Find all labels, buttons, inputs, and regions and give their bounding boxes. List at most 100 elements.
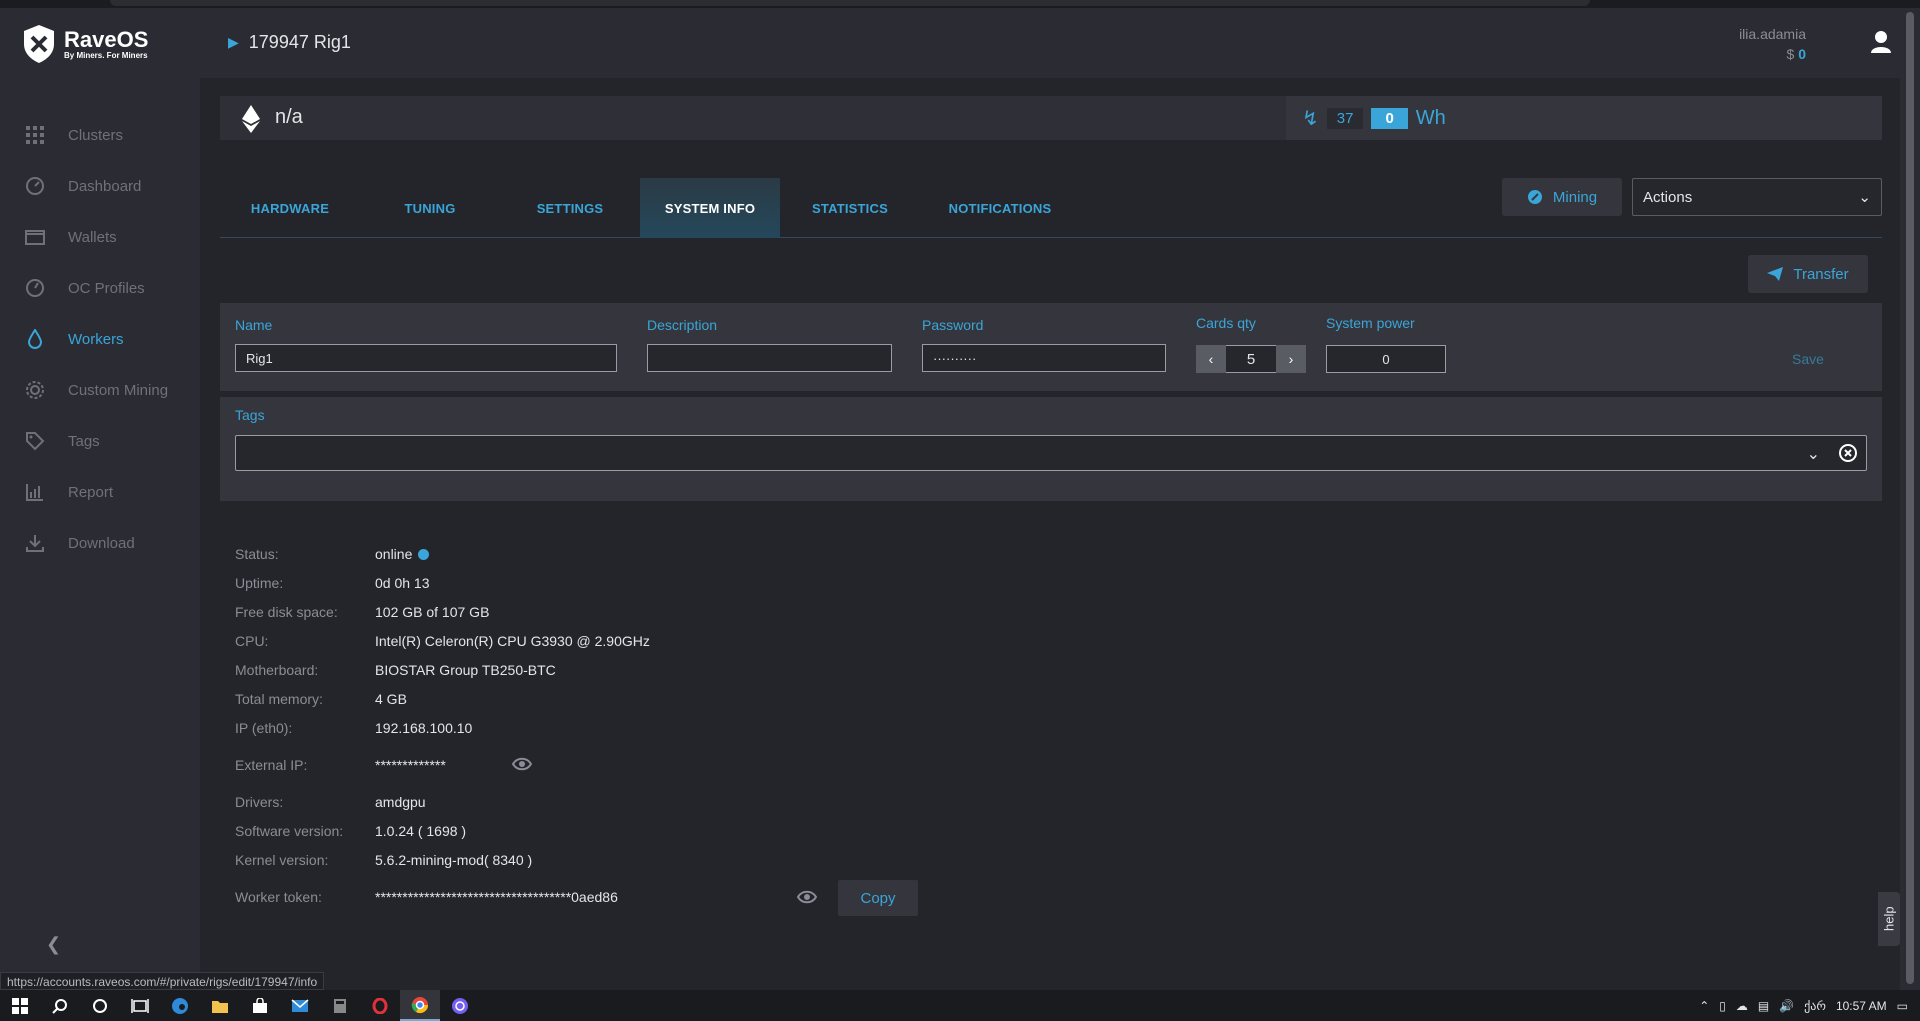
tags-label: Tags <box>235 407 265 423</box>
grid-icon <box>24 124 46 146</box>
paper-plane-icon <box>1767 267 1784 281</box>
cards-qty-label: Cards qty <box>1196 315 1256 331</box>
info-key: IP (eth0): <box>235 720 293 736</box>
tags-panel: Tags ⌄ <box>220 397 1882 501</box>
cards-qty-stepper: ‹ 5 › <box>1196 345 1306 373</box>
show-external-ip-eye-icon[interactable] <box>512 757 532 771</box>
transfer-button-label: Transfer <box>1793 265 1849 283</box>
show-token-eye-icon[interactable] <box>797 890 817 904</box>
info-key: Status: <box>235 546 279 562</box>
sidebar-item-clusters[interactable]: Clusters <box>0 115 200 155</box>
scrollbar[interactable] <box>1900 8 1920 990</box>
speedometer-icon <box>24 277 46 299</box>
cortana-circle-icon[interactable] <box>80 990 120 1021</box>
copy-token-button[interactable]: Copy <box>838 880 918 916</box>
info-ip: IP (eth0): 192.168.100.10 <box>235 720 472 736</box>
sidebar: RaveOS By Miners. For Miners Clusters Da… <box>0 8 200 990</box>
usb-device-icon[interactable]: ▯ <box>1719 999 1726 1013</box>
sidebar-item-download[interactable]: Download <box>0 523 200 563</box>
chevron-up-icon[interactable]: ⌃ <box>1699 999 1709 1013</box>
opera-browser-icon[interactable] <box>360 990 400 1021</box>
info-cpu: CPU: Intel(R) Celeron(R) CPU G3930 @ 2.90… <box>235 633 650 649</box>
info-value: amdgpu <box>375 794 426 810</box>
sidebar-item-label: Wallets <box>68 228 117 246</box>
clock[interactable]: 10:57 AM <box>1836 999 1887 1013</box>
tab-system-info[interactable]: SYSTEM INFO <box>640 178 780 238</box>
info-key: Drivers: <box>235 794 284 810</box>
info-key: External IP: <box>235 757 308 773</box>
user-avatar-icon[interactable] <box>1870 30 1892 57</box>
chevron-down-icon[interactable]: ⌄ <box>1807 444 1820 464</box>
sidebar-item-workers[interactable]: Workers <box>0 319 200 359</box>
balance: $ 0 <box>1787 46 1806 62</box>
sidebar-item-dashboard[interactable]: Dashboard <box>0 166 200 206</box>
logo[interactable]: RaveOS By Miners. For Miners <box>22 24 148 64</box>
file-explorer-icon[interactable] <box>200 990 240 1021</box>
sidebar-item-report[interactable]: Report <box>0 472 200 512</box>
edge-browser-icon[interactable] <box>160 990 200 1021</box>
clear-circle-x-icon[interactable] <box>1838 443 1858 466</box>
store-bag-icon[interactable] <box>240 990 280 1021</box>
drop-icon <box>24 328 46 350</box>
balance-value: 0 <box>1798 46 1806 62</box>
system-power-input[interactable]: 0 <box>1326 345 1446 373</box>
calculator-icon[interactable] <box>320 990 360 1021</box>
raveos-shield-logo-icon <box>24 25 54 63</box>
mail-icon[interactable] <box>280 990 320 1021</box>
power-value-a: 37 <box>1326 107 1364 129</box>
info-value: 0d 0h 13 <box>375 575 430 591</box>
tab-hardware[interactable]: HARDWARE <box>220 178 360 238</box>
sidebar-item-label: Tags <box>68 432 100 450</box>
sidebar-item-custom-mining[interactable]: Custom Mining <box>0 370 200 410</box>
status-value: online <box>375 546 413 562</box>
increment-chevron-right-icon[interactable]: › <box>1276 345 1306 373</box>
sidebar-item-wallets[interactable]: Wallets <box>0 217 200 257</box>
viber-icon[interactable] <box>440 990 480 1021</box>
info-value: 192.168.100.10 <box>375 720 473 736</box>
tab-settings[interactable]: SETTINGS <box>500 178 640 238</box>
dashboard-gauge-icon <box>24 175 46 197</box>
actions-dropdown-value: Actions <box>1643 188 1693 206</box>
volume-icon[interactable]: 🔊 <box>1779 999 1794 1013</box>
info-status: Status: online <box>235 546 430 562</box>
search-icon[interactable] <box>40 990 80 1021</box>
ethereum-icon <box>242 105 260 133</box>
onedrive-cloud-icon[interactable]: ☁ <box>1736 999 1748 1013</box>
rig-title[interactable]: ▶ 179947 Rig1 <box>228 32 351 53</box>
mining-button[interactable]: Mining <box>1502 178 1622 216</box>
sidebar-collapse-chevron-left-icon[interactable]: ❮ <box>46 934 61 955</box>
save-button[interactable]: Save <box>1792 351 1824 367</box>
sidebar-item-label: OC Profiles <box>68 279 145 297</box>
task-view-icon[interactable] <box>120 990 160 1021</box>
password-input[interactable]: ·········· <box>922 344 1166 372</box>
language-indicator[interactable]: ქარ <box>1804 999 1826 1013</box>
network-icon[interactable]: ▤ <box>1758 999 1769 1013</box>
decrement-chevron-left-icon[interactable]: ‹ <box>1196 345 1226 373</box>
tab-notifications[interactable]: NOTIFICATIONS <box>920 178 1080 238</box>
name-input[interactable]: Rig1 <box>235 344 617 372</box>
transfer-button[interactable]: Transfer <box>1748 255 1868 293</box>
help-tab[interactable]: help <box>1878 892 1900 946</box>
info-value: ************************************0aed… <box>375 889 618 905</box>
download-icon <box>24 532 46 554</box>
name-label: Name <box>235 317 273 333</box>
tag-icon <box>24 430 46 452</box>
tab-tuning[interactable]: TUNING <box>360 178 500 238</box>
info-value: ************* <box>375 757 446 773</box>
sidebar-item-tags[interactable]: Tags <box>0 421 200 461</box>
tags-select[interactable]: ⌄ <box>235 435 1867 471</box>
browser-address-bar[interactable] <box>110 0 1590 6</box>
report-chart-icon <box>24 481 46 503</box>
notifications-icon[interactable]: ▭ <box>1897 999 1908 1013</box>
sidebar-item-label: Report <box>68 483 114 501</box>
windows-start-icon[interactable] <box>0 990 40 1021</box>
chrome-browser-icon[interactable] <box>400 990 440 1021</box>
scrollbar-thumb[interactable] <box>1906 12 1914 984</box>
tab-statistics[interactable]: STATISTICS <box>780 178 920 238</box>
info-uptime: Uptime: 0d 0h 13 <box>235 575 430 591</box>
actions-dropdown[interactable]: Actions ⌄ <box>1632 178 1882 216</box>
cards-qty-value[interactable]: 5 <box>1226 345 1276 373</box>
description-input[interactable] <box>647 344 892 372</box>
info-motherboard: Motherboard: BIOSTAR Group TB250-BTC <box>235 662 556 678</box>
sidebar-item-oc-profiles[interactable]: OC Profiles <box>0 268 200 308</box>
